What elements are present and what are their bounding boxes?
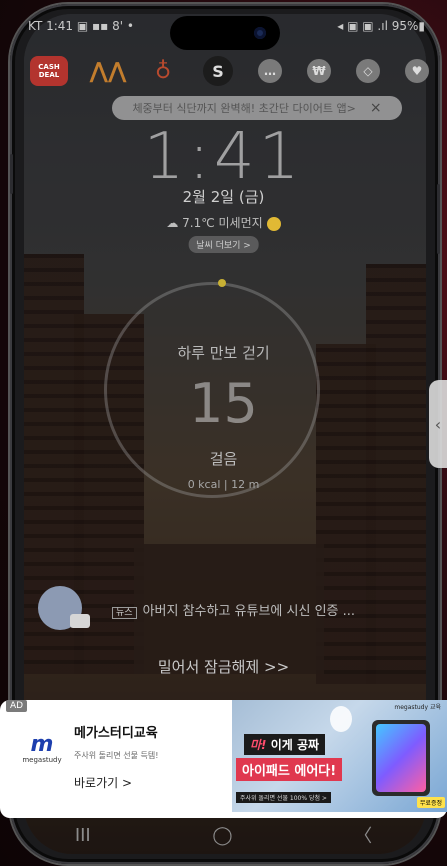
avatar-widget[interactable] (38, 586, 90, 630)
ad-image-headline-rest: 이게 공짜 (266, 738, 320, 752)
ad-badge: AD (6, 700, 28, 712)
arrows-app-icon[interactable]: ⋀⋀ (89, 56, 126, 86)
ad-image-sticker: 무료증정 (416, 797, 445, 808)
ad-image-brand: megastudy 교육 (394, 704, 441, 711)
weather-text: ☁ 7.1℃ 미세먼지 (166, 216, 263, 230)
news-ticker[interactable]: 뉴스 아버지 참수하고 유튜브에 시신 인증 ... (112, 600, 355, 619)
walk-title: 하루 만보 걷기 (177, 344, 270, 362)
chat-bubble-icon (70, 614, 90, 628)
app-shortcut-row: CASH DEAL ⋀⋀ ♁ S … ₩ ◇ ♥ (30, 54, 429, 88)
ad-image-headline: 마! 이게 공짜 (244, 734, 326, 755)
close-icon[interactable]: × (370, 100, 382, 116)
cashdeal-app-icon[interactable]: CASH DEAL (30, 56, 68, 86)
promo-banner-text: 체중부터 식단까지 완벽해! 초간단 다이어트 앱> (132, 102, 356, 115)
recents-button[interactable]: III (75, 825, 91, 846)
ad-image-subheadline: 아이패드 에어다! (236, 758, 343, 781)
lock-date: 2월 2일 (금) (182, 188, 265, 206)
step-unit: 걸음 (209, 450, 238, 468)
status-left: KT 1:41 ▣ ▪▪ 8' • (28, 19, 134, 33)
chat-app-icon[interactable]: … (258, 59, 282, 83)
ad-cta-link[interactable]: 바로가기 > (74, 774, 132, 791)
status-bar: KT 1:41 ▣ ▪▪ 8' • ◂ ▣ ▣ .ıl 95%▮ (28, 16, 425, 36)
badge-app-icon[interactable]: ♁ (148, 56, 178, 86)
pill-app-icon[interactable]: ◇ (356, 59, 380, 83)
step-count: 15 (189, 372, 258, 435)
weather-info: ☁ 7.1℃ 미세먼지 (0, 214, 447, 231)
megastudy-logo-text: megastudy (22, 756, 62, 764)
chevron-left-icon: ‹ (434, 414, 442, 434)
news-tag: 뉴스 (112, 607, 137, 619)
back-button[interactable]: 〈 (354, 822, 372, 848)
weather-more-button[interactable]: 날씨 더보기 > (188, 236, 259, 253)
unlock-hint[interactable]: 밀어서 잠금해제 >> (0, 656, 447, 677)
megastudy-logo: m megastudy (20, 734, 64, 774)
dust-status-icon (266, 216, 281, 231)
ipad-screen (376, 724, 426, 792)
nav-bar: III ◯ 〈 (14, 820, 433, 850)
s-app-icon[interactable]: S (203, 56, 233, 86)
heart-app-icon[interactable]: ♥ (405, 59, 429, 83)
ad-image[interactable]: megastudy 교육 마! 이게 공짜 아이패드 에어다! 주사위 돌리면 … (232, 700, 447, 812)
coin-app-icon[interactable]: ₩ (307, 59, 331, 83)
side-panel-handle[interactable]: ‹ (429, 380, 447, 468)
news-headline: 아버지 참수하고 유튜브에 시신 인증 ... (142, 604, 356, 619)
step-stats: 0 kcal | 12 m (187, 478, 260, 491)
ad-description: 주사위 돌리면 선물 득템! (74, 751, 159, 760)
promo-banner[interactable]: 체중부터 식단까지 완벽해! 초간단 다이어트 앱> × (112, 96, 402, 120)
ad-image-headline-accent: 마! (250, 738, 267, 752)
ipad-image-icon (372, 720, 430, 796)
step-progress-dot (218, 279, 226, 287)
apple-logo-icon (330, 706, 352, 732)
status-right: ◂ ▣ ▣ .ıl 95%▮ (337, 19, 425, 33)
megastudy-logo-mark: m (30, 732, 54, 757)
home-button[interactable]: ◯ (212, 825, 232, 846)
lock-clock: 1:41 (143, 120, 304, 194)
ad-image-caption: 주사위 돌리면 선물 100% 당첨 > (236, 792, 331, 803)
ad-title: 메가스터디교육 (74, 726, 158, 741)
